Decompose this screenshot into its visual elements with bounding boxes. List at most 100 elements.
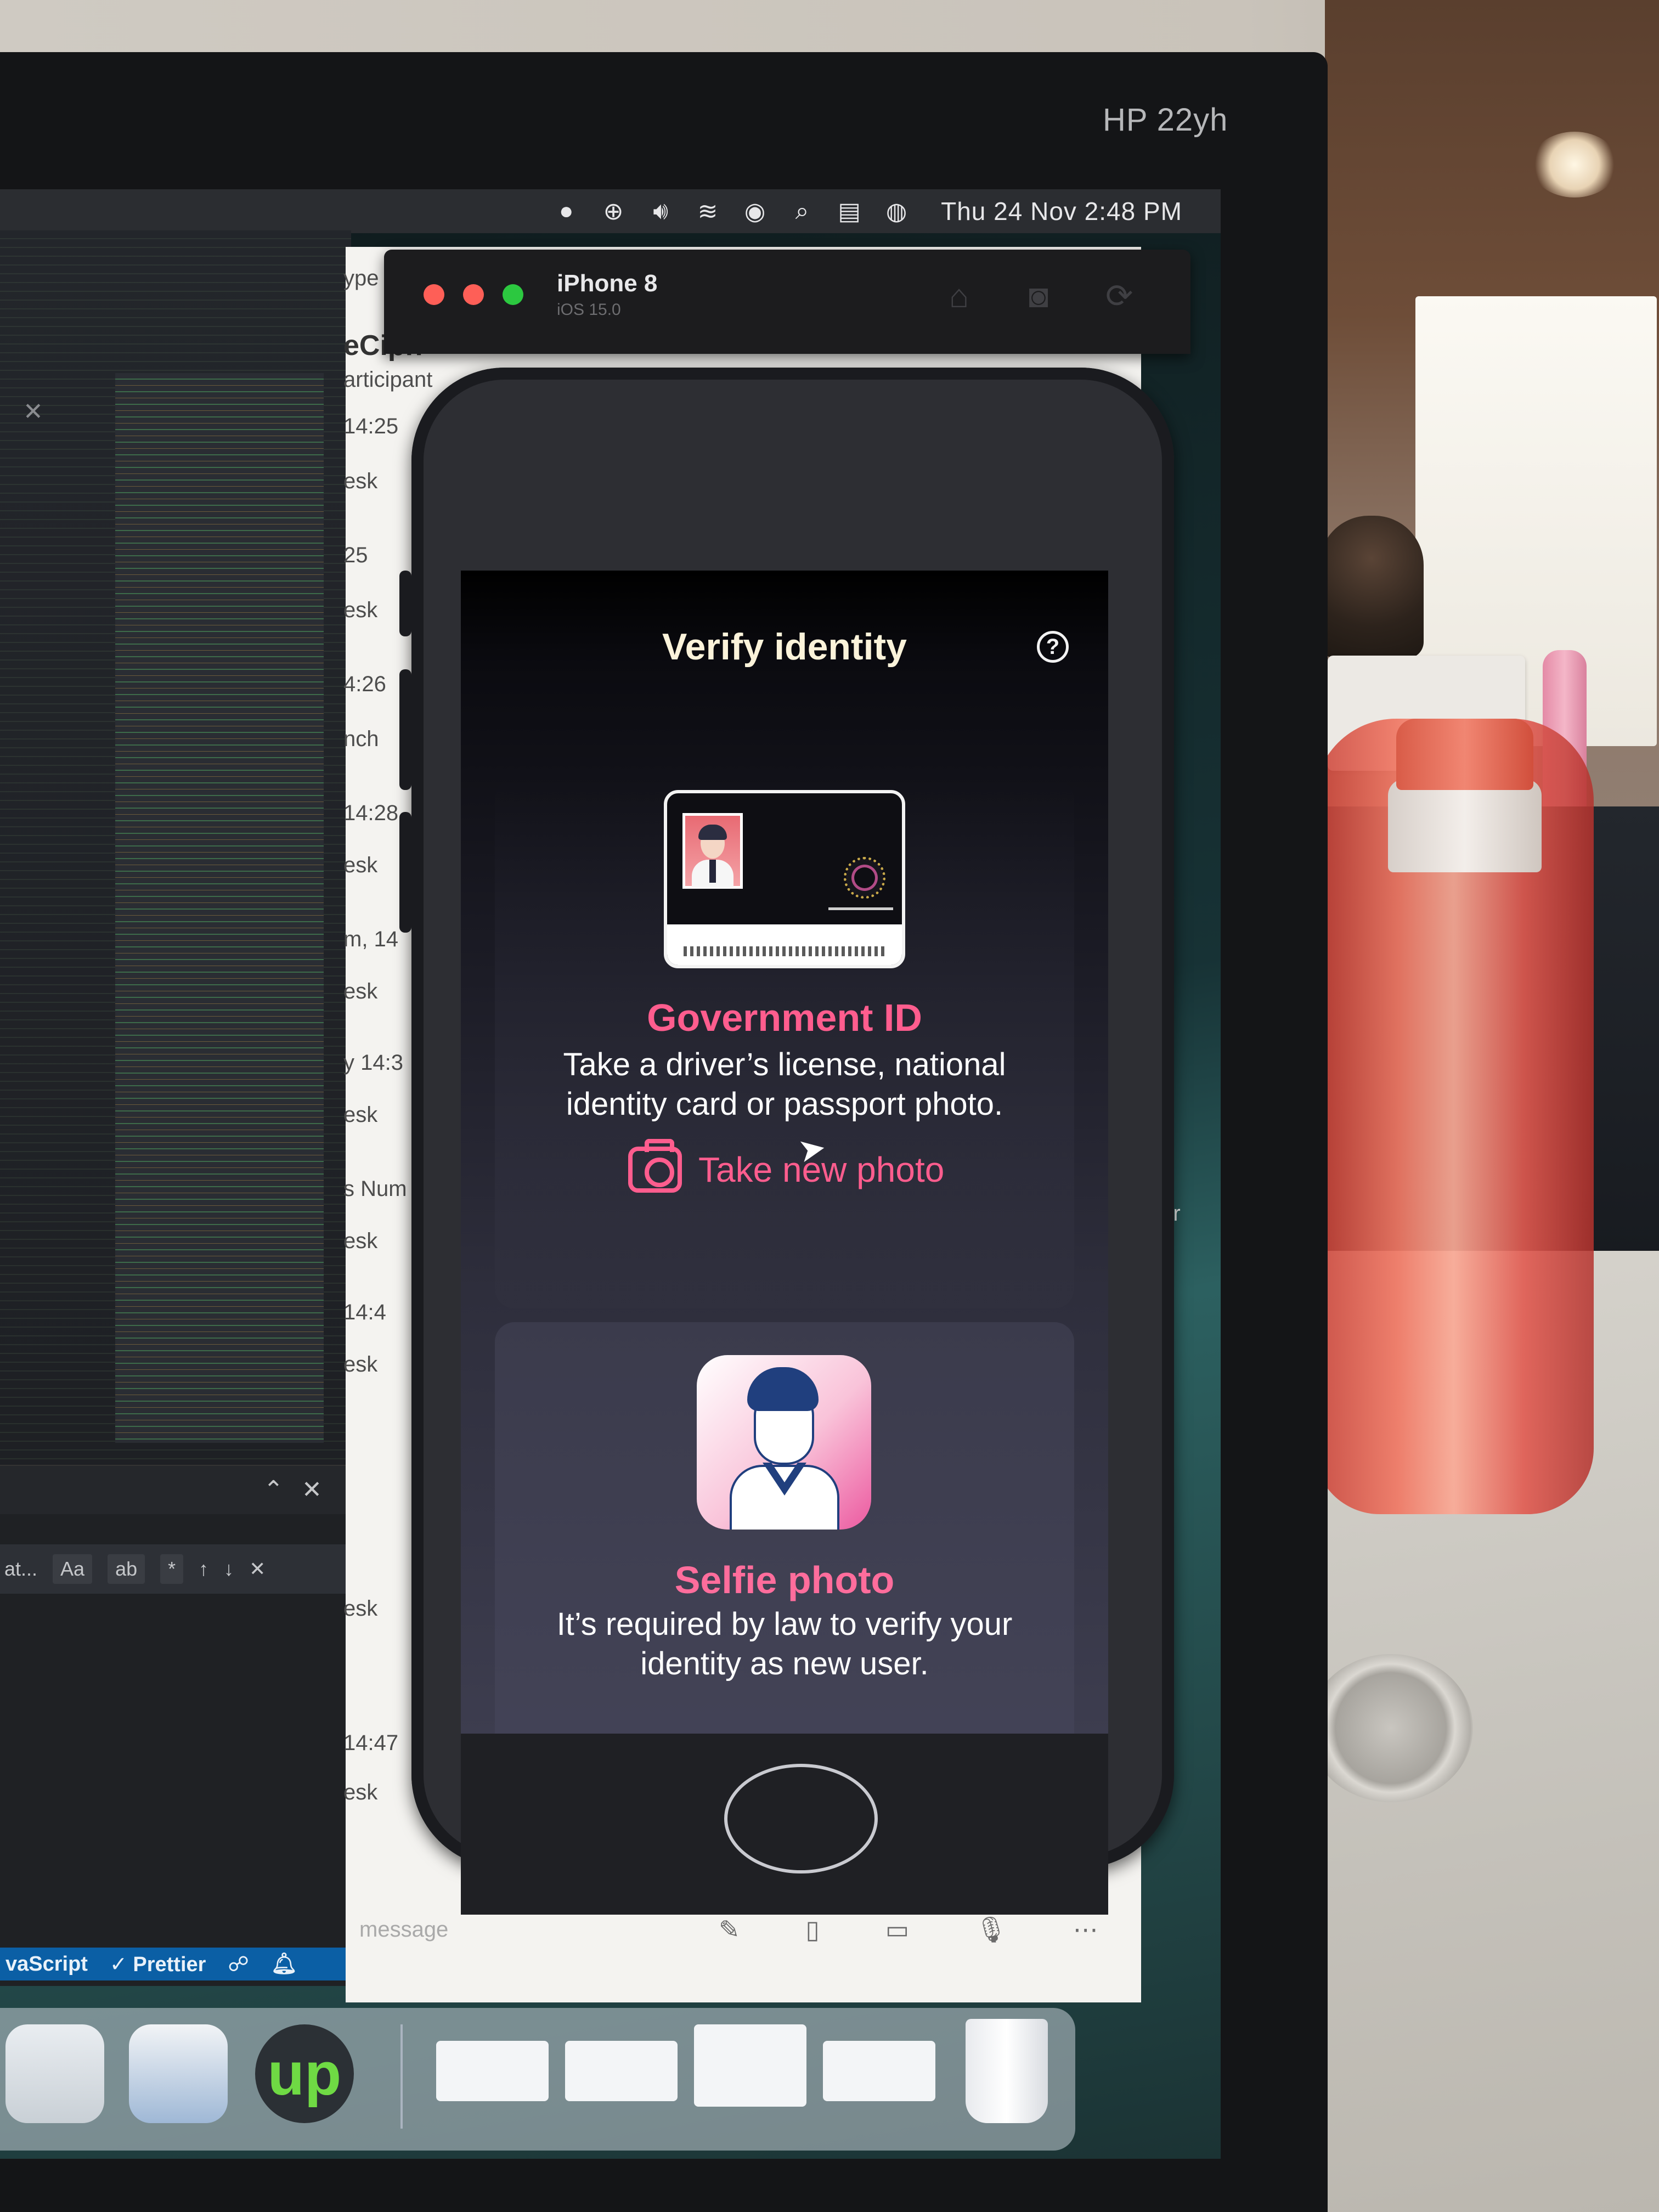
chat-message: esk <box>343 1103 378 1127</box>
dock-app-preview-icon[interactable] <box>5 2024 104 2123</box>
chat-time: 14:4 <box>343 1300 386 1324</box>
microphone-icon[interactable]: 🎙︎ <box>975 1915 1007 1945</box>
chat-subtitle: articipant <box>343 368 433 392</box>
volume-down-button[interactable] <box>399 812 411 933</box>
id-photo-illustration <box>682 813 743 889</box>
page-title: Verify identity <box>662 626 907 668</box>
mute-switch[interactable] <box>399 571 411 636</box>
prettier-status[interactable]: ✓ Prettier <box>110 1952 206 1977</box>
avatar-shirt <box>730 1465 839 1530</box>
upwork-logo: up <box>267 2040 342 2108</box>
ceiling-light <box>1531 132 1618 198</box>
home-button[interactable] <box>724 1764 878 1874</box>
government-id-title: Government ID <box>647 996 922 1039</box>
id-signature-line <box>828 907 893 910</box>
selfie-photo-title: Selfie photo <box>674 1559 895 1601</box>
skype-icon[interactable]: ● <box>552 198 580 225</box>
id-photo-hair <box>698 825 727 840</box>
screenshot-icon[interactable]: ◙ <box>1029 277 1048 315</box>
close-find-icon[interactable]: ✕ <box>249 1558 266 1581</box>
feedback-icon[interactable]: ☍ <box>228 1952 249 1977</box>
selfie-avatar-illustration <box>697 1355 871 1530</box>
desk-cable-grommet <box>1308 1654 1473 1802</box>
chat-time: y 14:3 <box>343 1051 403 1075</box>
selfie-photo-description: It’s required by law to verify your iden… <box>556 1606 1013 1681</box>
zoom-window-button[interactable] <box>503 284 523 305</box>
id-machine-readable-zone <box>667 924 902 965</box>
wifi-icon[interactable]: ≋ <box>694 198 721 225</box>
chat-message: esk <box>343 1352 378 1376</box>
dock-minimized-window[interactable] <box>436 2041 549 2101</box>
menu-bar-clock[interactable]: Thu 24 Nov 2:48 PM <box>941 196 1182 226</box>
monitor-brand-label: HP 22yh <box>1103 102 1228 138</box>
dock-minimized-window[interactable] <box>694 2024 806 2107</box>
chat-time: 25 <box>343 543 368 567</box>
chat-message: esk <box>343 1596 378 1621</box>
previous-match-icon[interactable]: ↑ <box>199 1558 208 1581</box>
more-icon[interactable]: ⋯ <box>1073 1915 1098 1945</box>
maximize-panel-icon[interactable]: ⌃ <box>263 1476 284 1504</box>
notifications-icon[interactable]: 🔔︎ <box>271 1952 297 1976</box>
chat-time: 14:25 <box>343 414 399 438</box>
close-tab-icon[interactable]: ✕ <box>23 398 43 426</box>
minimize-window-button[interactable] <box>463 284 484 305</box>
chat-toolbar: ✎ ▯ ▭ 🎙︎ ⋯ <box>719 1915 1098 1945</box>
government-id-description: Take a driver’s license, national identi… <box>563 1047 1006 1122</box>
match-case-toggle[interactable]: Aa <box>53 1554 93 1584</box>
language-mode[interactable]: vaScript <box>5 1953 88 1976</box>
close-panel-icon[interactable]: ✕ <box>302 1476 322 1504</box>
avatar-hair <box>747 1367 819 1411</box>
rotate-icon[interactable]: ⟳ <box>1105 277 1133 315</box>
background-person <box>1319 516 1424 658</box>
whole-word-toggle[interactable]: ab <box>108 1554 145 1584</box>
user-icon[interactable]: ◍ <box>883 198 910 225</box>
water-bottle-cap <box>1396 719 1533 790</box>
id-card-illustration <box>664 790 905 968</box>
chat-label: ype <box>343 266 379 290</box>
dock-app-photos-icon[interactable] <box>129 2024 228 2123</box>
help-icon[interactable]: ? <box>1037 631 1069 663</box>
chat-time: 14:28 <box>343 801 399 825</box>
close-window-button[interactable] <box>424 284 444 305</box>
id-photo-tie <box>709 860 716 883</box>
accessibility-icon[interactable]: ⊕ <box>600 198 627 225</box>
panel-header <box>0 1465 351 1514</box>
mac-menu-bar: ● ⊕ 🔊︎ ≋ ◉ ⌕ ▤ ◍ Thu 24 Nov 2:48 PM <box>0 189 1221 233</box>
chat-message: esk <box>343 598 378 622</box>
file-icon[interactable]: ▯ <box>806 1915 820 1945</box>
dock-minimized-window[interactable] <box>823 2041 935 2101</box>
chat-time: 14:47 <box>343 1731 399 1755</box>
vpn-icon[interactable]: ◉ <box>741 198 769 225</box>
draw-icon[interactable]: ✎ <box>719 1915 740 1945</box>
chat-message-input[interactable]: message <box>359 1917 448 1942</box>
camera-icon <box>628 1139 682 1193</box>
simulator-device-name: iPhone 8 <box>557 270 658 297</box>
chat-message: esk <box>343 1780 378 1804</box>
chat-message: esk <box>343 853 378 877</box>
status-bar: vaScript ✓ Prettier ☍ 🔔︎ <box>0 1948 351 1980</box>
vscode-window: ✕ ⌃ ✕ at... Aa ab * ↑ ↓ ✕ vaScript ✓ Pre… <box>0 230 351 1986</box>
chat-message: nch <box>343 727 379 751</box>
regex-toggle[interactable]: * <box>160 1554 184 1584</box>
next-match-icon[interactable]: ↓ <box>224 1558 234 1581</box>
upwork-icon[interactable]: up <box>255 2024 354 2123</box>
code-minimap[interactable] <box>115 373 324 1443</box>
contact-card-icon[interactable]: ▭ <box>885 1915 909 1945</box>
chat-message: esk <box>343 469 378 493</box>
control-center-icon[interactable]: ▤ <box>836 198 863 225</box>
volume-up-button[interactable] <box>399 669 411 790</box>
chat-time: m, 14 <box>343 927 399 951</box>
dock-minimized-window[interactable] <box>565 2041 678 2101</box>
chat-time: s Num <box>343 1177 407 1201</box>
dock-separator <box>400 2024 403 2129</box>
trash-icon[interactable] <box>966 2019 1048 2123</box>
simulator-os-version: iOS 15.0 <box>557 301 621 319</box>
chat-message: esk <box>343 979 378 1003</box>
water-bottle-neck <box>1388 779 1542 872</box>
volume-icon[interactable]: 🔊︎ <box>647 198 674 225</box>
find-input[interactable]: at... <box>4 1558 37 1581</box>
search-icon[interactable]: ⌕ <box>788 198 816 225</box>
take-new-photo-button[interactable]: Take new photo <box>628 1139 944 1193</box>
home-icon[interactable]: ⌂ <box>949 277 969 315</box>
chat-message: esk <box>343 1229 378 1253</box>
